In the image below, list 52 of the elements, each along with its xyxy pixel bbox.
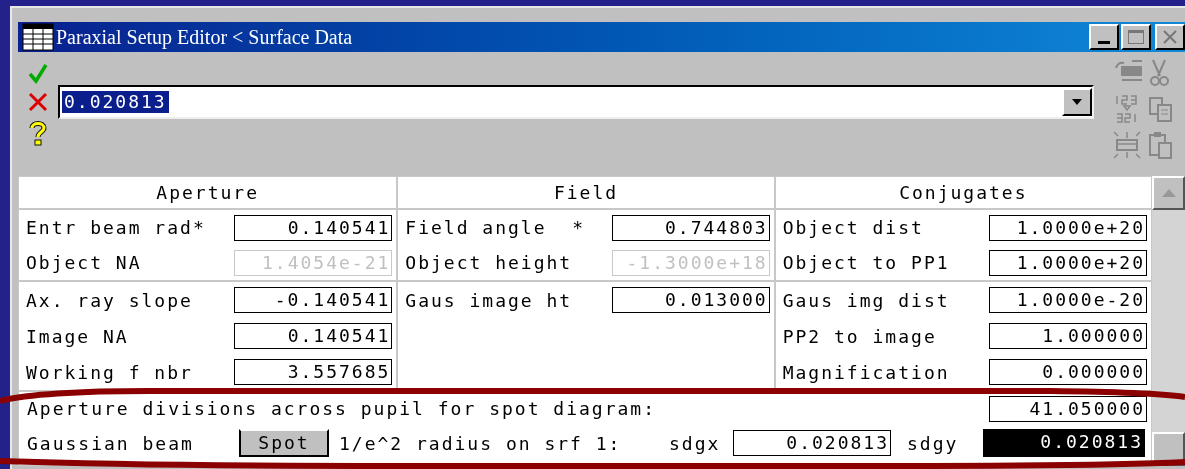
field-label: Object to PP1 [782,251,951,275]
value-field[interactable]: 0.744803 [611,214,770,241]
dropdown-button[interactable] [1062,88,1092,116]
value-field[interactable]: 0.013000 [611,287,770,313]
field-label: sdgy [907,431,960,456]
close-icon[interactable] [28,92,48,112]
column-header: Aperture [156,181,259,205]
value-field[interactable]: 0.140541 [234,323,393,349]
value-combo-box[interactable]: 0.020813 [58,85,1094,119]
value-field[interactable]: 0.020813 [983,429,1145,457]
scrollbar[interactable] [1152,176,1185,466]
field-label: Image NA [26,324,130,349]
field-label: PP2 to image [782,324,938,349]
field-label: 1/e^2 radius on srf 1: [339,431,623,456]
maximize-button[interactable] [1121,24,1151,50]
up-arrow-icon [1161,189,1176,197]
field-label: Gaus img dist [782,288,951,313]
table-icon [22,23,54,51]
help-icon[interactable] [28,120,48,146]
value-text: 0.020813 [62,91,169,113]
field-label: sdgx [669,431,722,456]
value-field[interactable]: -0.140541 [234,287,393,313]
field-label: Ax. ray slope [26,288,194,313]
minimize-button[interactable] [1089,24,1119,50]
value-field[interactable]: 0.140541 [234,214,393,241]
checkmark-icon[interactable] [27,62,49,84]
window-title: Paraxial Setup Editor < Surface Data [56,25,353,51]
field-label: Gaus image ht [405,288,574,313]
field-label: Gaussian beam [27,431,195,456]
value-field[interactable]: 1.0000e-20 [989,287,1147,313]
column-header: Field [553,181,619,205]
column-header: Conjugates [899,181,1028,205]
value-field[interactable]: 1.0000e+20 [989,249,1147,276]
value-field[interactable]: 3.557685 [234,359,393,385]
field-label: Working f nbr [26,360,194,385]
value-field[interactable]: 1.0000e+20 [989,214,1147,241]
value-field[interactable]: 41.050000 [989,395,1147,422]
value-field[interactable]: 1.000000 [989,323,1147,349]
field-label: Magnification [782,360,951,385]
field-label: Entr beam rad* [26,216,207,240]
close-icon [1162,30,1178,44]
field-label: Field angle * [405,216,587,240]
value-field[interactable]: 0.000000 [989,359,1147,385]
spot-button[interactable]: Spot [239,429,329,457]
field-label: Aperture divisions across pupil for spot diagram: [27,397,657,421]
field-label: Object NA [26,251,143,275]
field-label: Object dist [782,216,925,240]
caret-icon [1072,99,1082,105]
close-button[interactable] [1155,24,1185,50]
scroll-up-button[interactable] [1152,176,1185,210]
value-field[interactable]: 0.020813 [733,430,891,456]
field-label: Object height [405,251,574,275]
